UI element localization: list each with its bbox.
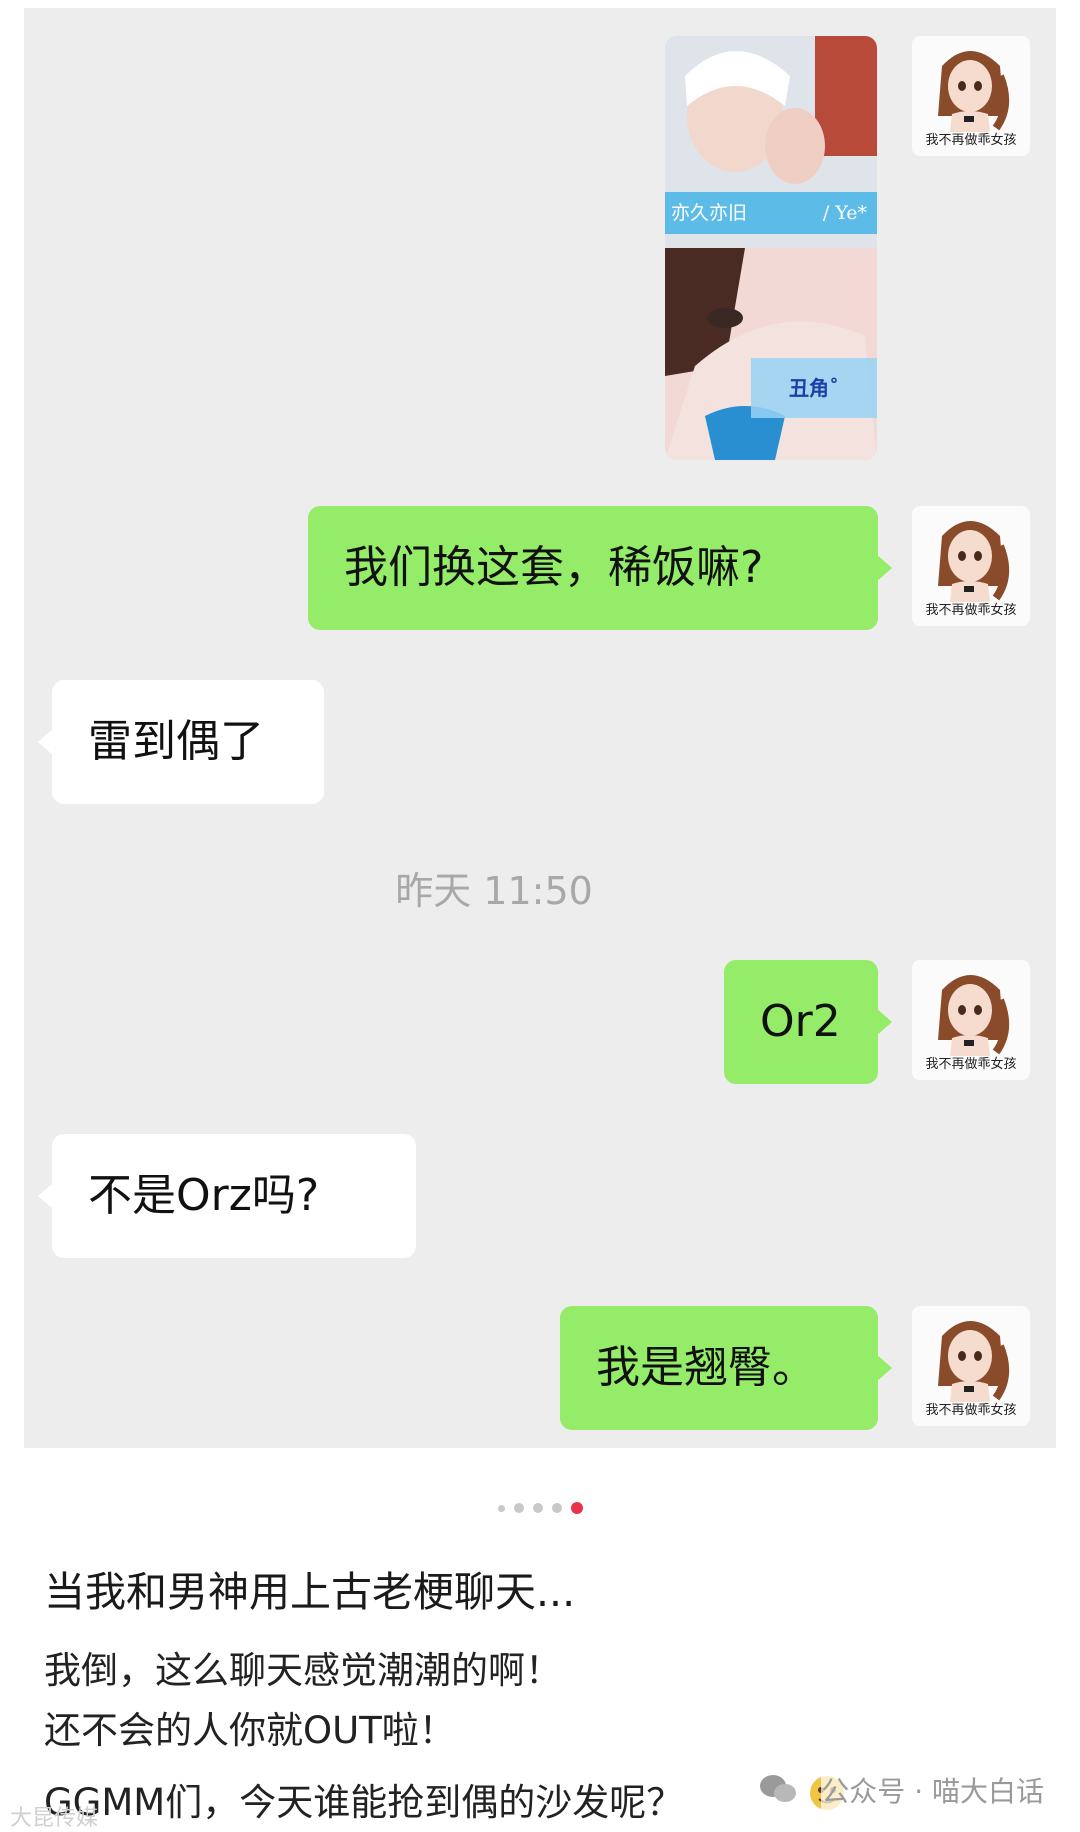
avatar[interactable]: 我不再做乖女孩 <box>912 1306 1030 1426</box>
post-line: GGMM们，今天谁能抢到偶的沙发呢？ <box>44 1781 684 1824</box>
avatar[interactable]: 我不再做乖女孩 <box>912 960 1030 1080</box>
message-timestamp: 昨天 11:50 <box>395 869 593 913</box>
image-caption-left: 亦久亦旧 <box>671 202 748 224</box>
pager-dot-active[interactable] <box>570 1502 583 1514</box>
avatar-caption: 我不再做乖女孩 <box>925 1403 1017 1418</box>
avatar[interactable]: 我不再做乖女孩 <box>912 36 1030 156</box>
avatar-caption: 我不再做乖女孩 <box>925 133 1017 148</box>
image-tag: 丑角˚ <box>751 358 877 418</box>
watermark-left: 大昆传媒 <box>10 1806 99 1831</box>
avatar-caption: 我不再做乖女孩 <box>925 603 1017 618</box>
message-bubble-sent[interactable]: 我们换这套，稀饭嘛? <box>308 506 892 630</box>
pager-dot[interactable] <box>532 1503 543 1513</box>
image-caption-right: / Ye* <box>822 202 867 224</box>
post-title: 当我和男神用上古老梗聊天... <box>44 1568 576 1616</box>
chat-area: 亦久亦旧 / Ye* 丑角˚ 我不再做乖女孩 我不再做乖女孩 我不再做乖女孩 我… <box>24 8 1056 1448</box>
avatar[interactable]: 我不再做乖女孩 <box>912 506 1030 626</box>
post-line: 我倒，这么聊天感觉潮潮的啊！ <box>44 1649 562 1692</box>
message-bubble-received[interactable]: 不是Orz吗? <box>38 1134 416 1258</box>
avatar-caption: 我不再做乖女孩 <box>925 1057 1017 1072</box>
message-bubble-sent[interactable]: Or2 <box>724 960 892 1084</box>
message-bubble-received[interactable]: 雷到偶了 <box>38 680 324 804</box>
post-line: 还不会的人你就OUT啦！ <box>44 1709 456 1752</box>
watermark-account: 公众号 · 喵大白话 <box>821 1770 1044 1810</box>
pager-dot[interactable] <box>551 1503 562 1513</box>
message-bubble-sent[interactable]: 我是翘臀。 <box>560 1306 892 1430</box>
pager-dot[interactable] <box>497 1504 505 1512</box>
wechat-icon <box>760 1775 796 1802</box>
pager-dot[interactable] <box>513 1503 524 1513</box>
image-caption-strip: 亦久亦旧 / Ye* <box>665 192 877 234</box>
image-message[interactable]: 亦久亦旧 / Ye* 丑角˚ <box>665 36 877 460</box>
carousel-pager[interactable] <box>0 1500 1080 1516</box>
